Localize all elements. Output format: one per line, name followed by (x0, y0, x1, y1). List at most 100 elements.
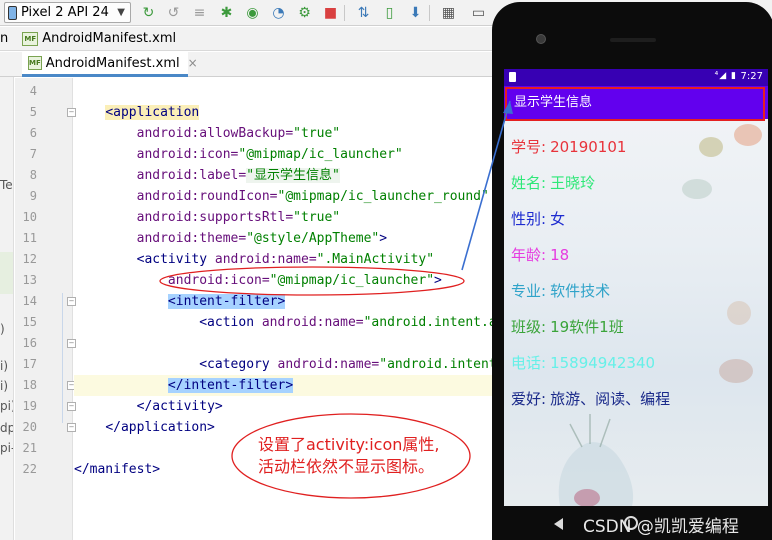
code-line: </activity> (136, 399, 223, 414)
field-value: 18 (550, 246, 570, 264)
device-selector[interactable]: Pixel 2 API 24 ▼ (4, 2, 131, 23)
emulator-device: ⁴◢ ▮ 7:27 显示学生信息 学号: 20190101 姓名: 王晓玲 性别: 女… (492, 2, 772, 540)
line-number: 15 (22, 315, 37, 329)
apply-changes-icon[interactable]: ≡ (191, 4, 208, 21)
action-bar: 显示学生信息 (504, 86, 768, 119)
code-line: <action android:name="android.intent.act… (199, 315, 500, 330)
line-number: 5 (29, 105, 37, 119)
field-label: 性别: (511, 210, 547, 228)
line-gutter: 4 5 6 7 8 9 10 11 12 13 14 15 16 17 18 1… (15, 78, 97, 540)
line-number: 12 (22, 252, 37, 266)
field-value: 王晓玲 (550, 174, 596, 192)
code-line: android:label="显示学生信息" (136, 168, 340, 183)
line-number: 18 (22, 378, 37, 392)
layout-icon[interactable]: ▦ (440, 4, 457, 21)
app-screen[interactable]: ⁴◢ ▮ 7:27 显示学生信息 学号: 20190101 姓名: 王晓玲 性别: 女… (504, 69, 768, 506)
code-line: android:icon="@mipmap/ic_launcher"> (167, 273, 442, 288)
project-panel-edge: Te ) i) i) pi) dp pi- (0, 77, 14, 540)
attach-process-icon[interactable]: ⚙ (296, 4, 313, 21)
strip-text: ) (0, 322, 5, 336)
code-line: android:supportsRtl="true" (136, 210, 341, 225)
terminal-icon[interactable]: ▭ (470, 4, 487, 21)
line-number: 10 (22, 210, 37, 224)
flower-decoration (727, 301, 751, 325)
rerun-icon[interactable]: ↺ (165, 4, 182, 21)
tab-label: AndroidManifest.xml (45, 55, 180, 71)
field-label: 年龄: (511, 246, 547, 264)
strip-text: i) (0, 379, 9, 393)
breadcrumb-parent[interactable]: n (0, 31, 8, 46)
callout-line: 活动栏依然不显示图标。 (258, 457, 435, 476)
status-bar: ⁴◢ ▮ 7:27 (504, 69, 768, 86)
status-time: 7:27 (740, 71, 763, 82)
code-line: android:allowBackup="true" (136, 126, 341, 141)
flower-decoration (719, 359, 753, 383)
sdk-manager-icon[interactable]: ⬇ (407, 4, 424, 21)
student-major-row: 专业: 软件技术 (511, 280, 610, 301)
code-line-current: </intent-filter> (74, 375, 500, 396)
code-line: <category android:name="android.intent.c… (199, 357, 500, 372)
strip-text: i) (0, 359, 9, 373)
code-line: android:roundIcon="@mipmap/ic_launcher_r… (136, 189, 489, 204)
toolbar-divider (429, 5, 430, 21)
student-age-row: 年龄: 18 (511, 244, 569, 265)
field-label: 电话: (511, 354, 547, 372)
line-number: 9 (29, 189, 37, 203)
vase-illustration (558, 414, 634, 506)
manifest-file-icon: MF (22, 31, 39, 46)
strip-text: pi- (0, 441, 14, 455)
phone-icon (8, 5, 17, 20)
avd-manager-icon[interactable]: ▯ (381, 4, 398, 21)
line-number: 11 (22, 231, 37, 245)
student-class-row: 班级: 19软件1班 (511, 316, 624, 337)
editor-tabs: MF AndroidManifest.xml × (0, 52, 500, 77)
line-number: 17 (22, 357, 37, 371)
attach-debugger-icon[interactable]: ◉ (244, 4, 261, 21)
code-line: android:icon="@mipmap/ic_launcher" (136, 147, 403, 162)
run-icon[interactable]: ↻ (140, 4, 157, 21)
watermark: CSDN @凯凯爱编程 (583, 517, 739, 537)
student-name-row: 姓名: 王晓玲 (511, 172, 595, 193)
line-number: 16 (22, 336, 37, 350)
leaf-decoration (682, 179, 712, 199)
field-value: 19软件1班 (550, 318, 624, 336)
field-value: 旅游、阅读、编程 (550, 390, 671, 408)
strip-highlight (0, 252, 13, 294)
manifest-file-icon: MF (28, 56, 42, 70)
flower-decoration (699, 137, 723, 157)
line-number: 6 (29, 126, 37, 140)
line-number: 21 (22, 441, 37, 455)
field-label: 专业: (511, 282, 547, 300)
student-phone-row: 电话: 15894942340 (511, 352, 655, 373)
line-number: 8 (29, 168, 37, 182)
line-number: 19 (22, 399, 37, 413)
sim-icon (509, 72, 516, 82)
chevron-down-icon: ▼ (117, 7, 125, 18)
back-icon[interactable] (554, 518, 563, 530)
debug-icon[interactable]: ✱ (218, 4, 235, 21)
field-value: 女 (550, 210, 566, 228)
action-bar-title: 显示学生信息 (514, 95, 593, 110)
breadcrumb-file[interactable]: AndroidManifest.xml (42, 31, 176, 46)
callout-line: 设置了activity:icon属性, (258, 435, 440, 454)
signal-battery-icon: ⁴◢ ▮ (714, 71, 737, 81)
field-value: 20190101 (550, 138, 627, 156)
code-line: android:theme="@style/AppTheme"> (136, 231, 388, 246)
sync-icon[interactable]: ⇅ (355, 4, 372, 21)
toolbar-divider (344, 5, 345, 21)
line-number: 14 (22, 294, 37, 308)
code-line: <activity android:name=".MainActivity" (136, 252, 435, 267)
flower-decoration (734, 124, 762, 146)
field-label: 班级: (511, 318, 547, 336)
tab-android-manifest[interactable]: MF AndroidManifest.xml × (22, 52, 198, 77)
line-number: 4 (29, 84, 37, 98)
close-icon[interactable]: × (188, 56, 198, 70)
code-line: <intent-filter> (167, 294, 286, 309)
student-number-row: 学号: 20190101 (511, 136, 626, 157)
camera-icon (536, 34, 546, 44)
line-number: 13 (22, 273, 37, 287)
line-number: 22 (22, 462, 37, 476)
device-label: Pixel 2 API 24 (21, 5, 109, 20)
profile-icon[interactable]: ◔ (270, 4, 287, 21)
stop-icon[interactable]: ■ (322, 4, 339, 21)
